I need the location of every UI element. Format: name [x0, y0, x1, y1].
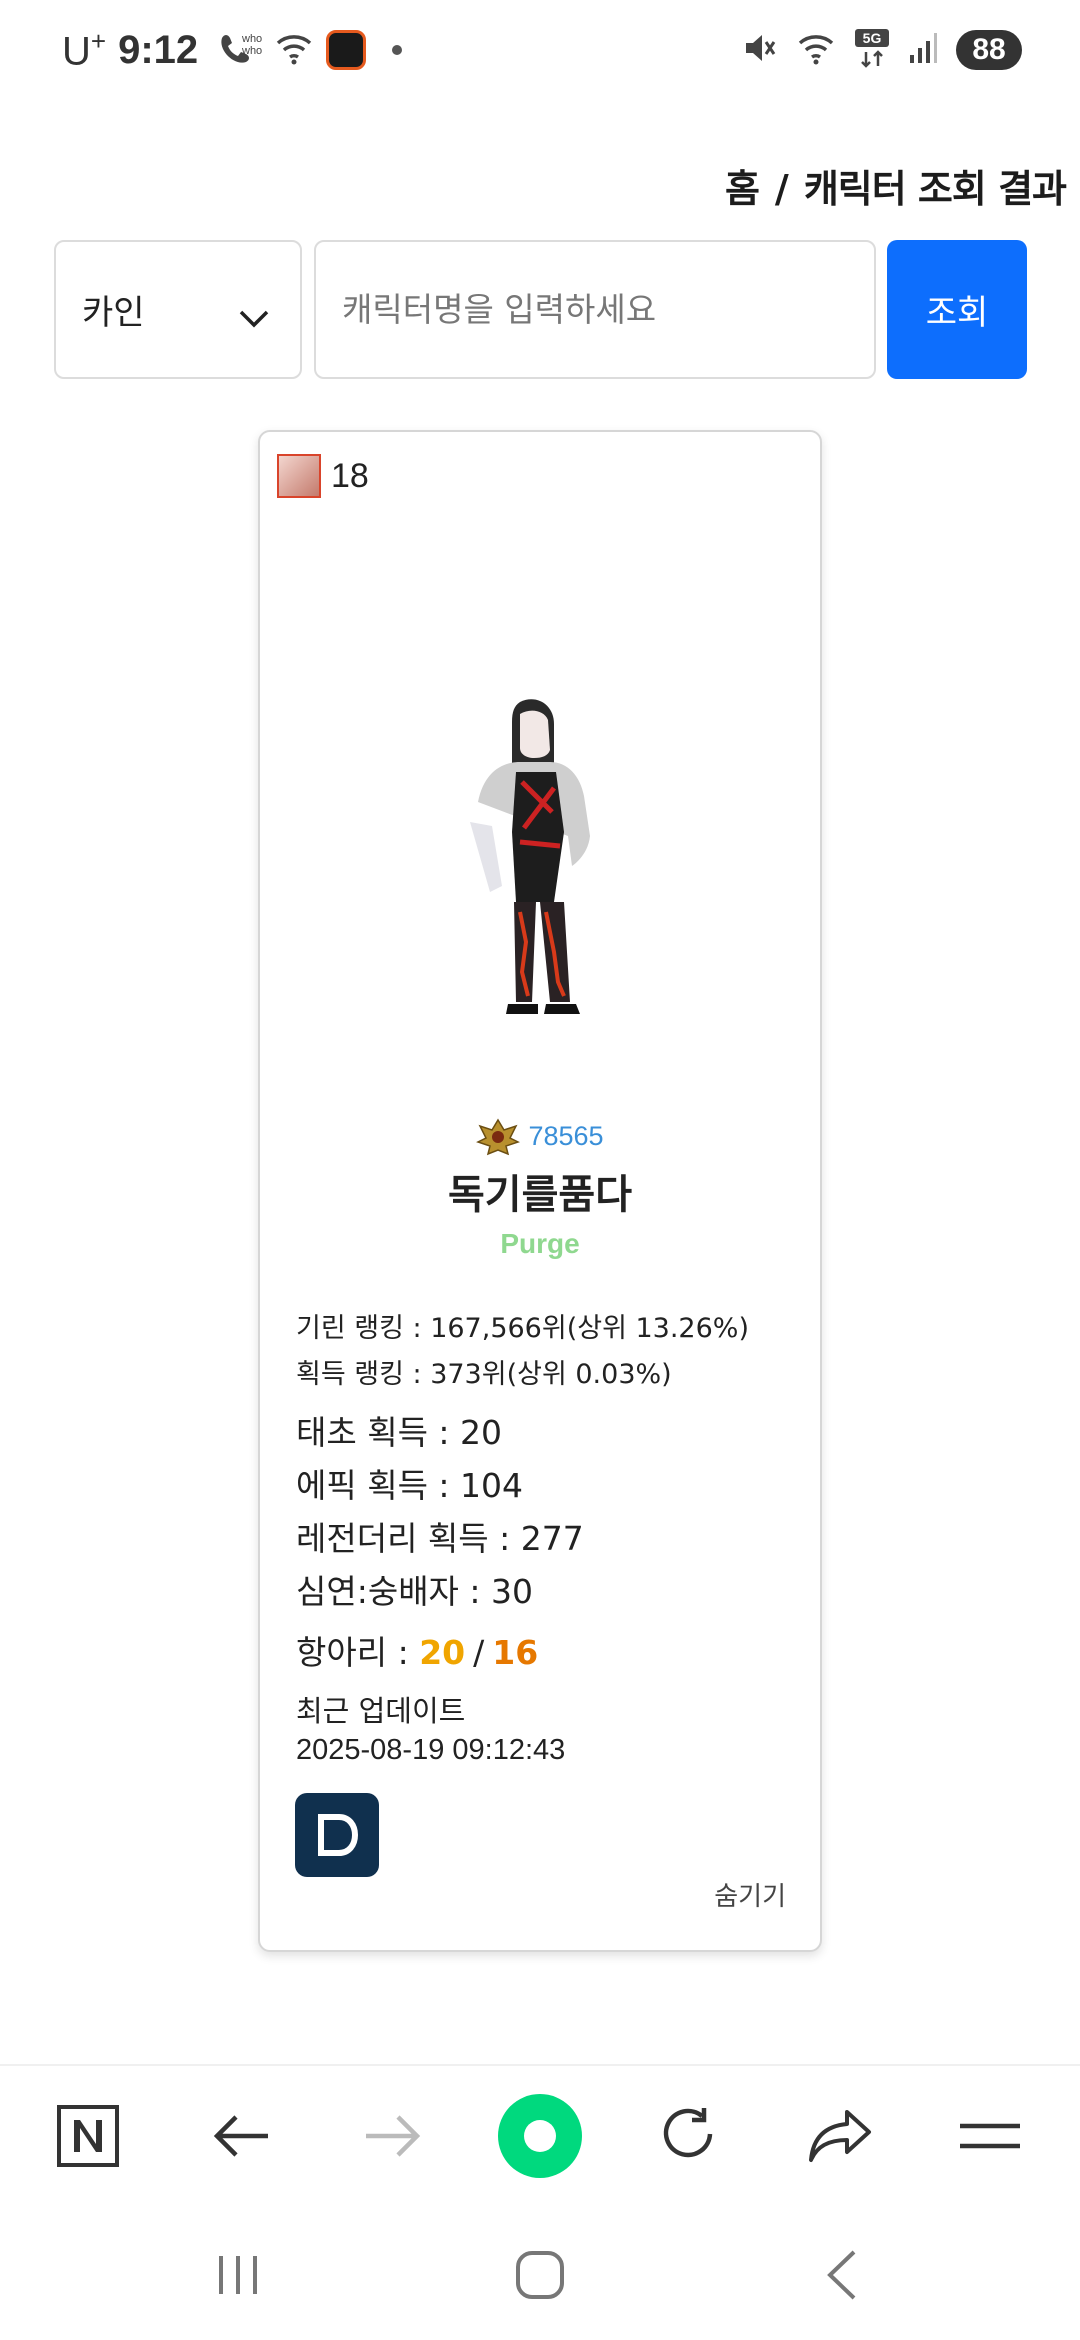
character-card: 18 78565 독기를품다 Purge 기린 랭킹 : 167,566위(상위… [258, 430, 822, 1952]
hide-button[interactable]: 숨기기 [714, 1876, 786, 1913]
ranking-line: 기린 랭킹 : 167,566위(상위 13.26%) [296, 1313, 749, 1344]
character-name-input[interactable] [314, 240, 876, 379]
refresh-icon[interactable] [640, 2086, 740, 2186]
svg-text:who: who [241, 33, 262, 45]
breadcrumb-current: 캐릭터 조회 결과 [803, 167, 1067, 211]
character-name: 독기를품다 [448, 1172, 632, 1218]
ranking-line: 획득 랭킹 : 373위(상위 0.03%) [296, 1359, 672, 1390]
dak-logo-icon [318, 1814, 359, 1856]
network-5g-icon: 5G [854, 28, 890, 72]
character-level: 18 [331, 456, 369, 495]
back-icon[interactable] [792, 2230, 892, 2320]
count-line: 심연:숭배자 : 30 [296, 1572, 534, 1611]
chevron-down-icon [238, 298, 270, 338]
server-select-value: 카인 [82, 293, 145, 333]
mute-icon [742, 30, 778, 70]
signal-icon [908, 31, 938, 69]
browser-toolbar [0, 2064, 1080, 2210]
svg-text:5G: 5G [863, 30, 882, 46]
app-notification-icon [326, 30, 367, 70]
search-button[interactable]: 조회 [887, 240, 1027, 379]
guild-number[interactable]: 78565 [528, 1121, 603, 1152]
count-line: 태초 획득 : 20 [296, 1413, 503, 1452]
home-icon[interactable] [490, 2230, 590, 2320]
update-label: 최근 업데이트 [296, 1694, 466, 1728]
system-navigation-bar [0, 2210, 1080, 2340]
home-green-icon[interactable] [490, 2086, 590, 2186]
dak-gg-button[interactable] [295, 1793, 379, 1877]
jar-value-1: 20 [419, 1633, 466, 1672]
status-time: 9:12 [118, 27, 199, 72]
menu-icon[interactable] [940, 2086, 1040, 2186]
count-line: 에픽 획득 : 104 [296, 1466, 524, 1505]
notification-dot-icon [392, 45, 403, 55]
jar-label: 항아리 : [296, 1633, 420, 1672]
breadcrumb-home[interactable]: 홈 [725, 158, 760, 213]
carrier-label: U+ [62, 25, 107, 74]
recents-icon[interactable] [188, 2230, 288, 2320]
forward-arrow-icon[interactable] [342, 2086, 442, 2186]
jar-value-2: 16 [492, 1633, 539, 1672]
guild-emblem-icon [476, 1118, 521, 1156]
breadcrumb-separator: / [774, 167, 789, 211]
character-thumbnail-icon [277, 454, 321, 498]
naver-n-icon[interactable] [38, 2086, 138, 2186]
character-class: Purge [500, 1228, 580, 1259]
share-icon[interactable] [790, 2086, 890, 2186]
jar-separator: / [473, 1633, 485, 1672]
battery-indicator: 88 [956, 30, 1022, 70]
guild-row: 78565 [260, 1116, 820, 1156]
back-arrow-icon[interactable] [192, 2086, 292, 2186]
character-sprite-image [470, 699, 590, 1014]
svg-text:who: who [241, 45, 262, 57]
server-select[interactable]: 카인 [54, 240, 302, 379]
wifi-icon [274, 31, 314, 69]
wifi-call-icon: who who [216, 28, 262, 72]
update-time: 2025-08-19 09:12:43 [296, 1734, 566, 1766]
wifi-icon [796, 31, 836, 69]
jar-line: 항아리 : 20/16 [296, 1626, 806, 1679]
breadcrumb: 홈 / 캐릭터 조회 결과 [725, 158, 1067, 213]
count-line: 레전더리 획득 : 277 [296, 1519, 584, 1558]
status-bar: U+ 9:12 who who 5G 88 [0, 0, 1080, 100]
character-stats: 기린 랭킹 : 167,566위(상위 13.26%) 획득 랭킹 : 373위… [296, 1306, 806, 1679]
